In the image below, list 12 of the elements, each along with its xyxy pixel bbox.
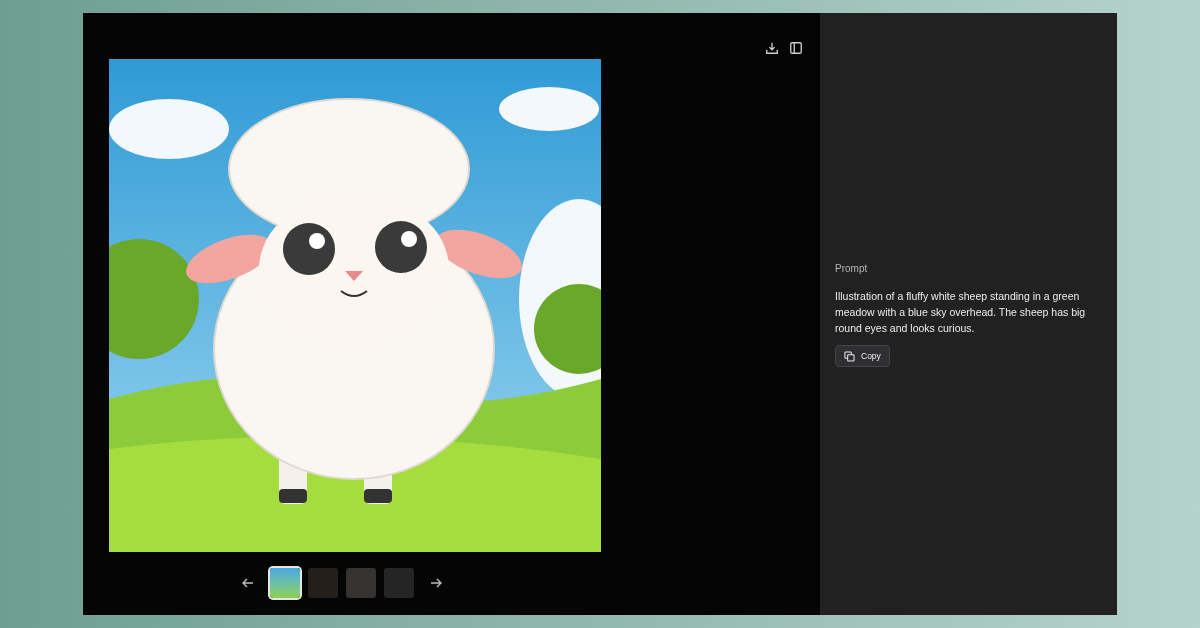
thumbnail[interactable] [270,568,300,598]
thumbnail[interactable] [308,568,338,598]
next-arrow-icon[interactable] [430,577,442,589]
prompt-text: Illustration of a fluffy white sheep standing in a green meadow with a blue sky overhead. The sheep has big round eyes and looks curious. [835,289,1087,336]
thumbnail[interactable] [384,568,414,598]
copy-icon [844,350,855,362]
previous-arrow-icon[interactable] [242,577,254,589]
prompt-label: Prompt [835,262,869,276]
download-icon[interactable] [765,41,779,55]
thumbnail[interactable] [346,568,376,598]
sidebar-toggle-icon[interactable] [789,41,803,55]
copy-button[interactable]: Copy [835,345,890,367]
